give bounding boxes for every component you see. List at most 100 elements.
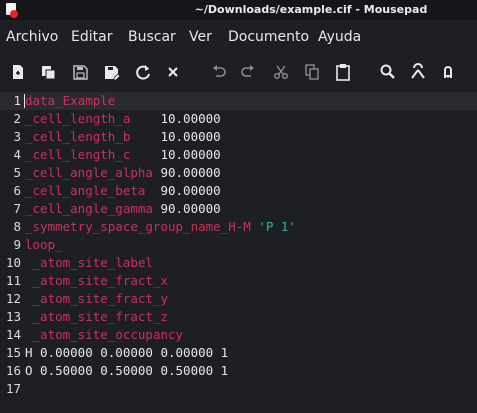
line-number: 15 xyxy=(5,345,21,360)
code-token: _symmetry_space_group_name_H-M xyxy=(25,219,251,234)
code-token: data_Example xyxy=(25,93,116,108)
menu-archivo[interactable]: Archivo xyxy=(6,29,58,45)
window-title: ~/Downloads/example.cif - Mousepad xyxy=(194,3,428,16)
copy-icon[interactable] xyxy=(302,62,322,82)
line-number: 12 xyxy=(5,291,21,306)
code-token: 90.00000 xyxy=(152,201,221,216)
line-text: _cell_angle_alpha 90.00000 xyxy=(25,164,221,182)
save-icon[interactable] xyxy=(70,62,90,82)
menu-ayuda[interactable]: Ayuda xyxy=(318,29,361,45)
paste-icon[interactable] xyxy=(333,62,353,82)
text-editor[interactable]: 1 data_Example 2 _cell_length_a 10.00000 3 _c… xyxy=(0,89,477,413)
line-number: 2 xyxy=(13,111,21,126)
menu-ver[interactable]: Ver xyxy=(189,29,212,45)
title-bar[interactable]: ~/Downloads/example.cif - Mousepad xyxy=(0,0,477,20)
line-text: O 0.50000 0.50000 0.50000 1 xyxy=(25,362,228,380)
redo-icon[interactable] xyxy=(238,62,258,82)
line-number: 3 xyxy=(13,129,21,144)
line-text: _cell_angle_gamma 90.00000 xyxy=(25,200,221,218)
code-token: 90.00000 xyxy=(145,183,221,198)
line-number: 13 xyxy=(5,309,21,324)
reload-icon[interactable] xyxy=(133,62,153,82)
find-replace-icon[interactable] xyxy=(408,62,428,82)
editor-line[interactable]: 6 _cell_angle_beta 90.00000 xyxy=(0,182,477,200)
search-icon[interactable] xyxy=(378,62,398,82)
code-token: 10.00000 xyxy=(130,111,221,126)
save-as-icon[interactable] xyxy=(102,62,122,82)
code-token: _atom_site_fract_y xyxy=(32,291,168,306)
editor-line[interactable]: 13 _atom_site_fract_z xyxy=(0,308,477,326)
code-token: O 0.50000 0.50000 0.50000 1 xyxy=(25,363,229,378)
line-text: _atom_site_fract_z xyxy=(25,308,168,326)
line-number: 6 xyxy=(13,183,21,198)
editor-line[interactable]: 11 _atom_site_fract_x xyxy=(0,272,477,290)
line-number: 11 xyxy=(5,273,21,288)
code-token: _cell_length_a xyxy=(25,111,131,126)
line-text: _cell_angle_beta 90.00000 xyxy=(25,182,221,200)
line-text: _symmetry_space_group_name_H-M 'P 1' xyxy=(25,218,296,236)
code-token: _cell_angle_alpha xyxy=(25,165,153,180)
editor-line[interactable]: 1 data_Example xyxy=(0,92,477,110)
line-number: 5 xyxy=(13,165,21,180)
line-text: _atom_site_fract_y xyxy=(25,290,168,308)
line-number: 17 xyxy=(5,381,21,396)
menu-editar[interactable]: Editar xyxy=(71,29,112,45)
line-text: _cell_length_b 10.00000 xyxy=(25,128,221,146)
undo-icon[interactable] xyxy=(209,62,229,82)
code-token: _cell_length_b xyxy=(25,129,131,144)
editor-line[interactable]: 3 _cell_length_b 10.00000 xyxy=(0,128,477,146)
go-to-icon[interactable] xyxy=(438,62,458,82)
menu-documento[interactable]: Documento xyxy=(228,29,309,45)
code-token: 'P 1' xyxy=(258,219,296,234)
line-text: _atom_site_fract_x xyxy=(25,272,168,290)
editor-line[interactable]: 9 loop_ xyxy=(0,236,477,254)
line-number: 16 xyxy=(5,363,21,378)
code-token: _atom_site_fract_z xyxy=(32,309,168,324)
menu-bar: Archivo Editar Buscar Ver Documento Ayud… xyxy=(0,20,477,56)
text-cursor xyxy=(24,94,25,108)
menu-buscar[interactable]: Buscar xyxy=(128,29,176,45)
editor-line[interactable]: 16 O 0.50000 0.50000 0.50000 1 xyxy=(0,362,477,380)
editor-line[interactable]: 14 _atom_site_occupancy xyxy=(0,326,477,344)
line-text: _cell_length_a 10.00000 xyxy=(25,110,221,128)
line-number: 9 xyxy=(13,237,21,252)
editor-line[interactable]: 7 _cell_angle_gamma 90.00000 xyxy=(0,200,477,218)
code-token: 10.00000 xyxy=(130,129,221,144)
editor-line[interactable]: 5 _cell_angle_alpha 90.00000 xyxy=(0,164,477,182)
line-number: 10 xyxy=(5,255,21,270)
close-icon[interactable] xyxy=(163,62,183,82)
code-token: H 0.00000 0.00000 0.00000 1 xyxy=(25,345,229,360)
mousepad-window: ~/Downloads/example.cif - Mousepad Archi… xyxy=(0,0,477,413)
editor-line[interactable]: 4 _cell_length_c 10.00000 xyxy=(0,146,477,164)
toolbar xyxy=(0,56,477,88)
line-text: data_Example xyxy=(25,92,115,110)
line-text: _cell_length_c 10.00000 xyxy=(25,146,221,164)
line-number: 8 xyxy=(13,219,21,234)
editor-line[interactable]: 10 _atom_site_label xyxy=(0,254,477,272)
editor-line[interactable]: 17 xyxy=(0,380,477,398)
line-number: 14 xyxy=(5,327,21,342)
cut-icon[interactable] xyxy=(271,62,291,82)
code-token: _atom_site_label xyxy=(32,255,153,270)
new-window-icon[interactable] xyxy=(38,62,58,82)
editor-line[interactable]: 8 _symmetry_space_group_name_H-M 'P 1' xyxy=(0,218,477,236)
editor-line[interactable]: 2 _cell_length_a 10.00000 xyxy=(0,110,477,128)
line-number: 7 xyxy=(13,201,21,216)
editor-line[interactable]: 15 H 0.00000 0.00000 0.00000 1 xyxy=(0,344,477,362)
code-token: _atom_site_occupancy xyxy=(32,327,184,342)
code-token: 10.00000 xyxy=(130,147,221,162)
line-number: 1 xyxy=(13,93,21,108)
line-text: H 0.00000 0.00000 0.00000 1 xyxy=(25,344,228,362)
editor-line[interactable]: 12 _atom_site_fract_y xyxy=(0,290,477,308)
new-document-icon[interactable] xyxy=(8,62,28,82)
code-token: _atom_site_fract_x xyxy=(32,273,168,288)
code-token: 90.00000 xyxy=(152,165,221,180)
code-token: _cell_angle_beta xyxy=(25,183,146,198)
code-token: loop_ xyxy=(25,237,63,252)
code-token: _cell_angle_gamma xyxy=(25,201,153,216)
